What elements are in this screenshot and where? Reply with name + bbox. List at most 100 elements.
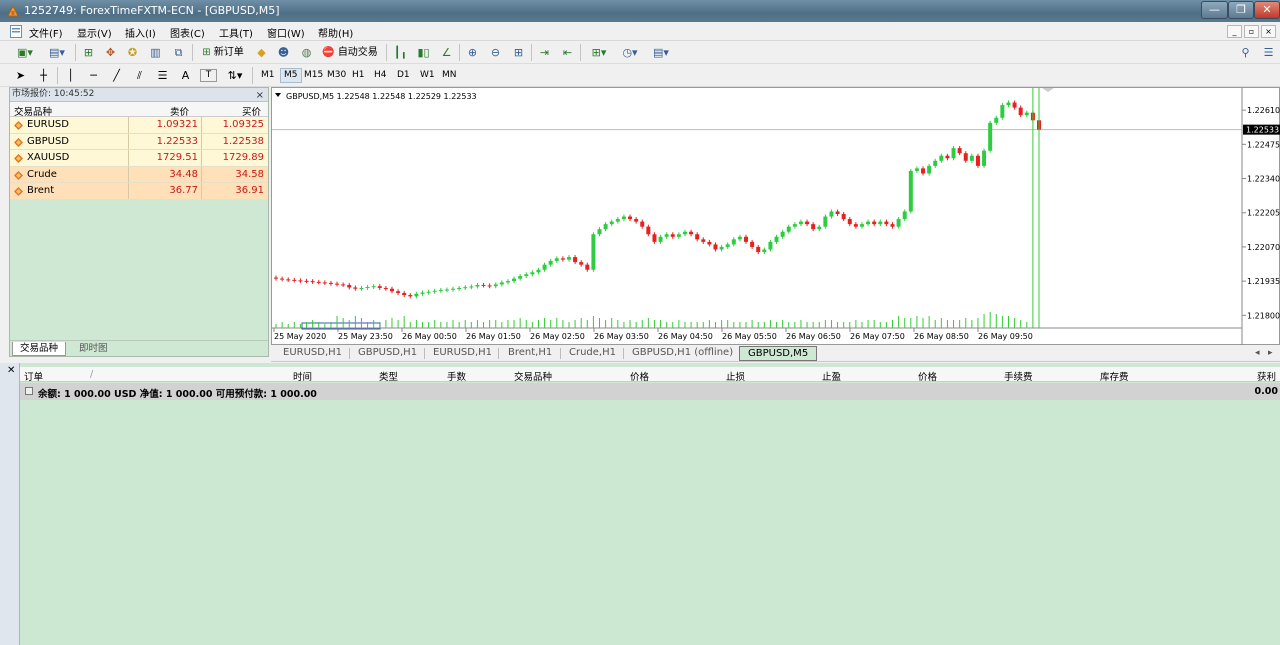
chart-window[interactable]: GBPUSD,M5 1.22548 1.22548 1.22529 1.2253…: [271, 87, 1280, 346]
tabs-scroll-right-icon[interactable]: ▸: [1268, 346, 1273, 361]
close-button[interactable]: ✕: [1254, 1, 1280, 19]
candle-body: [505, 281, 510, 283]
chat-button[interactable]: ☰: [1260, 44, 1277, 61]
col-tp[interactable]: 止盈: [822, 369, 841, 383]
auto-trading-button[interactable]: ⛔ 自动交易: [320, 44, 380, 61]
market-watch-button[interactable]: ⊞: [80, 44, 97, 61]
crosshair-button[interactable]: ┼: [35, 67, 52, 84]
strategy-tester-button[interactable]: ⧉: [170, 44, 187, 61]
search-button[interactable]: ⚲: [1237, 44, 1254, 61]
col-commission[interactable]: 手续费: [1004, 369, 1033, 383]
market-watch-row[interactable]: EURUSD 1.09321 1.09325: [10, 117, 268, 134]
channel-button[interactable]: ⫽: [131, 67, 148, 84]
vertical-line-button[interactable]: │: [62, 67, 79, 84]
market-watch-row[interactable]: Brent 36.77 36.91: [10, 183, 268, 200]
zoom-in-button[interactable]: ⊕: [464, 44, 481, 61]
data-window-button[interactable]: ✥: [102, 44, 119, 61]
signals-button[interactable]: ◍: [298, 44, 315, 61]
mdi-restore-button[interactable]: ▫: [1244, 25, 1259, 38]
col-price[interactable]: 价格: [630, 369, 649, 383]
candlestick-chart[interactable]: GBPUSD,M5 1.22548 1.22548 1.22529 1.2253…: [272, 88, 1280, 346]
tf-m1[interactable]: M1: [258, 68, 278, 83]
tf-m30[interactable]: M30: [324, 68, 349, 83]
indicators-button[interactable]: ⊞▾: [585, 44, 613, 61]
col-lots[interactable]: 手数: [447, 369, 466, 383]
market-watch-row[interactable]: XAUUSD 1729.51 1729.89: [10, 150, 268, 167]
col-symbol[interactable]: 交易品种: [14, 104, 52, 118]
chart-tab-brent-h1[interactable]: Brent,H1: [508, 346, 552, 361]
menu-tools[interactable]: 工具(T): [219, 25, 253, 40]
chart-tab-gbpusd-h1-offline[interactable]: GBPUSD,H1 (offline): [632, 346, 733, 361]
menu-charts[interactable]: 图表(C): [170, 25, 205, 40]
tf-h4[interactable]: H4: [371, 68, 390, 83]
chart-tab-gbpusd-m5[interactable]: GBPUSD,M5: [739, 346, 818, 361]
menu-view[interactable]: 显示(V): [77, 25, 112, 40]
templates-button[interactable]: ▤▾: [647, 44, 675, 61]
menu-file[interactable]: 文件(F): [29, 25, 63, 40]
auto-scroll-button[interactable]: ⇥: [536, 44, 553, 61]
line-chart-button[interactable]: ∠: [438, 44, 455, 61]
menu-insert[interactable]: 插入(I): [125, 25, 156, 40]
metaeditor-button[interactable]: ◆: [253, 44, 270, 61]
tab-symbols[interactable]: 交易品种: [12, 342, 67, 356]
mdi-close-button[interactable]: ×: [1261, 25, 1276, 38]
tf-mn[interactable]: MN: [439, 68, 460, 83]
market-watch-close-icon[interactable]: ×: [256, 89, 264, 102]
col-symbol[interactable]: 交易品种: [514, 369, 552, 383]
col-ask[interactable]: 买价: [242, 104, 261, 118]
bar-chart-button[interactable]: ┃╻: [392, 44, 409, 61]
fibonacci-button[interactable]: ☰: [154, 67, 171, 84]
tf-d1[interactable]: D1: [394, 68, 413, 83]
terminal-close-icon[interactable]: ✕: [7, 365, 15, 376]
tf-m15[interactable]: M15: [301, 68, 326, 83]
tab-tick-chart[interactable]: 即时图: [72, 342, 115, 356]
line-studies-toolbar: ➤ ┼ │ ─ ╱ ⫽ ☰ A T ⇅▾ M1 M5 M15 M30 H1 H4…: [0, 64, 1280, 87]
market-watch-row[interactable]: Crude 34.48 34.58: [10, 166, 268, 183]
profiles-button[interactable]: ▤▾: [43, 44, 71, 61]
horizontal-line-button[interactable]: ─: [85, 67, 102, 84]
arrows-button[interactable]: ⇅▾: [222, 67, 248, 84]
col-profit[interactable]: 获利: [1257, 369, 1276, 383]
periods-button[interactable]: ◷▾: [616, 44, 644, 61]
tf-m5[interactable]: M5: [280, 68, 302, 83]
candle-body: [286, 279, 291, 281]
col-swap[interactable]: 库存费: [1100, 369, 1129, 383]
community-button[interactable]: ☻: [275, 44, 292, 61]
chart-tab-eurusd-h1-2[interactable]: EURUSD,H1: [433, 346, 492, 361]
chart-tab-crude-h1[interactable]: Crude,H1: [569, 346, 616, 361]
terminal-button[interactable]: ▥: [147, 44, 164, 61]
col-type[interactable]: 类型: [379, 369, 398, 383]
menu-help[interactable]: 帮助(H): [318, 25, 353, 40]
navigator-button[interactable]: ✪: [124, 44, 141, 61]
maximize-button[interactable]: ❐: [1228, 1, 1254, 19]
col-price-current[interactable]: 价格: [918, 369, 937, 383]
chart-shift-button[interactable]: ⇤: [559, 44, 576, 61]
mdi-minimize-button[interactable]: _: [1227, 25, 1242, 38]
candle-body: [878, 221, 883, 225]
cursor-button[interactable]: ➤: [12, 67, 29, 84]
col-order[interactable]: 订单: [24, 369, 43, 383]
chart-tab-eurusd-h1[interactable]: EURUSD,H1: [283, 346, 342, 361]
tabs-scroll-left-icon[interactable]: ◂: [1255, 346, 1260, 361]
text-label-button[interactable]: T: [200, 69, 217, 82]
col-sl[interactable]: 止损: [726, 369, 745, 383]
market-watch-panel: 市场报价: 10:45:52 × 交易品种 卖价 买价 EURUSD 1.0932…: [9, 87, 269, 357]
bid-price: 1729.51: [156, 152, 198, 163]
trend-line-button[interactable]: ╱: [108, 67, 125, 84]
standard-toolbar: ▣▾ ▤▾ ⊞ ✥ ✪ ▥ ⧉ ⊞ 新订单 ◆ ☻ ◍ ⛔ 自动交易 ┃╻ ▮▯…: [0, 41, 1280, 64]
new-chart-button[interactable]: ▣▾: [10, 44, 40, 61]
col-bid[interactable]: 卖价: [170, 104, 189, 118]
zoom-out-button[interactable]: ⊖: [487, 44, 504, 61]
new-order-button[interactable]: ⊞ 新订单: [196, 44, 250, 61]
tf-w1[interactable]: W1: [417, 68, 438, 83]
text-button[interactable]: A: [177, 67, 194, 84]
market-watch-row[interactable]: GBPUSD 1.22533 1.22538: [10, 133, 268, 150]
tf-h1[interactable]: H1: [349, 68, 368, 83]
candle-body: [573, 257, 578, 263]
tile-windows-button[interactable]: ⊞: [510, 44, 527, 61]
chart-tab-gbpusd-h1[interactable]: GBPUSD,H1: [358, 346, 417, 361]
menu-window[interactable]: 窗口(W): [267, 25, 305, 40]
col-time[interactable]: 时间: [293, 369, 312, 383]
candlestick-button[interactable]: ▮▯: [415, 44, 432, 61]
minimize-button[interactable]: —: [1201, 1, 1228, 19]
